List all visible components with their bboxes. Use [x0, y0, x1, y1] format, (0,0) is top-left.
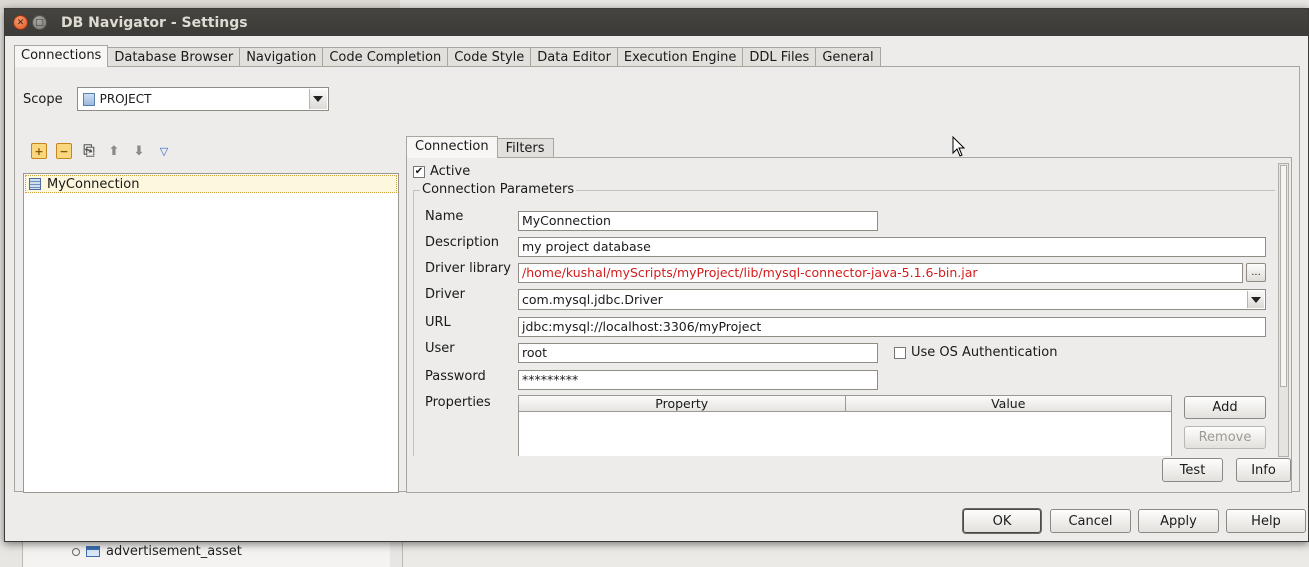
password-field[interactable]: *********: [518, 370, 878, 390]
password-label: Password: [425, 369, 486, 384]
copy-icon[interactable]: ⎘: [81, 143, 97, 159]
tab-ddl-files[interactable]: DDL Files: [743, 47, 817, 67]
chevron-down-icon[interactable]: [1247, 291, 1264, 308]
driver-library-label: Driver library: [425, 261, 511, 276]
list-item[interactable]: MyConnection: [25, 175, 397, 193]
name-label: Name: [425, 209, 464, 224]
title-bar: ✕ □ DB Navigator - Settings: [5, 9, 1308, 36]
remove-property-button[interactable]: Remove: [1184, 426, 1266, 449]
driver-library-field[interactable]: /home/kushal/myScripts/myProject/lib/mys…: [518, 263, 1243, 283]
table-icon: [86, 546, 100, 557]
move-down-icon[interactable]: ⬇: [131, 143, 147, 159]
active-checkbox[interactable]: ✔: [413, 165, 425, 178]
window-title: DB Navigator - Settings: [61, 14, 248, 31]
tab-filters[interactable]: Filters: [497, 138, 554, 158]
background-tree-item[interactable]: advertisement_asset: [72, 544, 242, 559]
info-button[interactable]: Info: [1236, 458, 1291, 482]
settings-dialog: ✕ □ DB Navigator - Settings Connections …: [4, 8, 1309, 542]
tab-database-browser[interactable]: Database Browser: [108, 47, 241, 67]
user-field[interactable]: root: [518, 343, 878, 363]
driver-label: Driver: [425, 287, 466, 302]
tab-data-editor[interactable]: Data Editor: [531, 47, 618, 67]
active-label: Active: [430, 164, 471, 179]
scope-label: Scope: [23, 91, 63, 107]
driver-value: com.mysql.jdbc.Driver: [522, 292, 663, 307]
project-icon: [82, 92, 95, 106]
user-label: User: [425, 341, 455, 356]
tab-code-completion[interactable]: Code Completion: [323, 47, 449, 67]
description-field[interactable]: my project database: [518, 237, 1266, 257]
tab-connections[interactable]: Connections: [14, 45, 109, 67]
scrollbar-thumb[interactable]: [1280, 165, 1287, 387]
add-icon[interactable]: +: [31, 143, 47, 159]
cancel-button[interactable]: Cancel: [1050, 509, 1131, 533]
connections-panel: Scope PROJECT + − ⎘ ⬆ ⬇ ▽ MyConnection C…: [14, 66, 1300, 493]
url-label: URL: [425, 315, 451, 330]
mouse-cursor-icon: [952, 136, 966, 157]
description-label: Description: [425, 235, 500, 250]
properties-label: Properties: [425, 395, 491, 410]
os-auth-row: Use OS Authentication: [894, 345, 1057, 360]
connection-parameters-group: Connection Parameters Name MyConnection …: [413, 182, 1275, 456]
apply-button[interactable]: Apply: [1138, 509, 1219, 533]
connections-toolbar: + − ⎘ ⬆ ⬇ ▽: [31, 143, 172, 159]
connections-list: MyConnection: [23, 173, 399, 493]
chevron-down-icon[interactable]: [308, 89, 327, 109]
connection-parameters-legend: Connection Parameters: [420, 182, 577, 197]
tab-general[interactable]: General: [816, 47, 881, 67]
connection-name: MyConnection: [47, 176, 140, 192]
expander-icon: [72, 547, 80, 556]
tab-code-style[interactable]: Code Style: [448, 47, 532, 67]
properties-table-header: Property Value: [519, 396, 1171, 412]
tab-connection[interactable]: Connection: [406, 136, 498, 158]
move-up-icon[interactable]: ⬆: [106, 143, 122, 159]
tab-execution-engine[interactable]: Execution Engine: [617, 47, 744, 67]
os-auth-label: Use OS Authentication: [911, 345, 1058, 360]
value-column-header[interactable]: Value: [846, 396, 1172, 411]
detail-scroll-area: ✔ Active Connection Parameters Name MyCo…: [407, 158, 1275, 456]
add-property-button[interactable]: Add: [1184, 396, 1266, 419]
scope-value: PROJECT: [99, 92, 152, 106]
background-editor: [402, 540, 1309, 567]
connection-detail-panel: ✔ Active Connection Parameters Name MyCo…: [406, 157, 1292, 493]
vertical-scrollbar[interactable]: [1278, 163, 1289, 457]
close-window-icon[interactable]: ✕: [13, 15, 28, 30]
filter-icon[interactable]: ▽: [156, 143, 172, 159]
active-row: ✔ Active: [413, 164, 470, 179]
os-auth-checkbox[interactable]: [894, 346, 906, 359]
browse-driver-button[interactable]: ...: [1246, 263, 1266, 282]
scope-row: Scope PROJECT: [23, 87, 329, 111]
scope-select[interactable]: PROJECT: [76, 87, 329, 111]
maximize-window-icon[interactable]: □: [32, 15, 47, 30]
property-column-header[interactable]: Property: [519, 396, 846, 411]
properties-table: Property Value: [518, 395, 1172, 456]
test-button[interactable]: Test: [1162, 458, 1223, 482]
url-field[interactable]: jdbc:mysql://localhost:3306/myProject: [518, 317, 1266, 337]
help-button[interactable]: Help: [1226, 509, 1306, 533]
connection-detail-tabs: Connection Filters: [406, 136, 554, 158]
database-icon: [29, 178, 41, 190]
background-tree-label: advertisement_asset: [106, 544, 242, 559]
settings-tabs: Connections Database Browser Navigation …: [14, 45, 881, 67]
tab-navigation[interactable]: Navigation: [240, 47, 324, 67]
name-field[interactable]: MyConnection: [518, 211, 878, 231]
remove-icon[interactable]: −: [56, 143, 72, 159]
driver-select[interactable]: com.mysql.jdbc.Driver: [518, 289, 1266, 310]
ok-button[interactable]: OK: [963, 509, 1041, 533]
